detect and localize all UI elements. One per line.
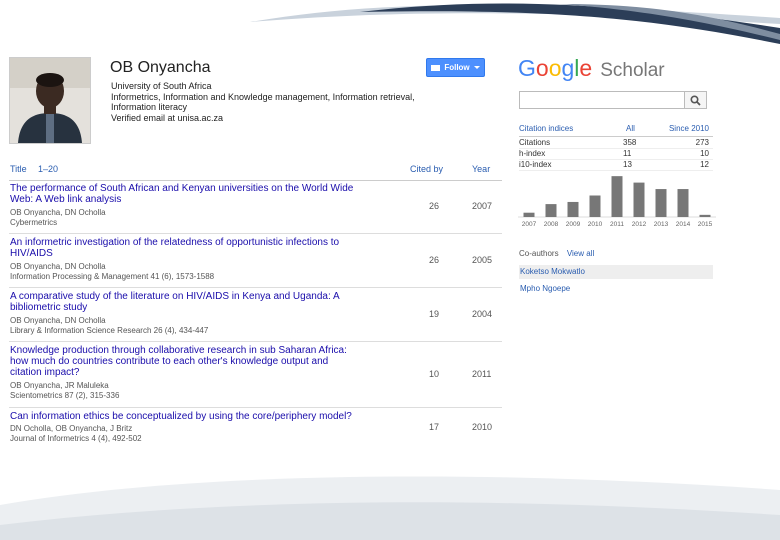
publication-meta: OB Onyancha, DN Ocholla Library & Inform… xyxy=(10,316,390,335)
tick-label-2011: 2011 xyxy=(610,221,624,228)
affiliation: University of South Africa xyxy=(111,81,212,91)
bar-2008 xyxy=(545,204,557,217)
caret-down-icon xyxy=(473,66,480,69)
tick-label-2007: 2007 xyxy=(522,221,537,228)
year: 2007 xyxy=(472,201,493,211)
profile-name: OB Onyancha xyxy=(110,59,211,76)
publication-title[interactable]: An informetric investigation of the rela… xyxy=(10,237,390,259)
publication-title[interactable]: A comparative study of the literature on… xyxy=(10,291,390,313)
col-since: Since 2010 xyxy=(668,124,709,133)
envelope-icon xyxy=(431,64,441,71)
publication-title[interactable]: Knowledge production through collaborati… xyxy=(10,345,390,378)
publication-row: The performance of South African and Ken… xyxy=(9,180,502,234)
year: 2004 xyxy=(472,309,493,319)
year: 2011 xyxy=(472,369,492,379)
profile-photo xyxy=(9,57,91,144)
sort-cited-by[interactable]: Cited by xyxy=(410,164,443,174)
authors: DN Ocholla, OB Onyancha, J Britz xyxy=(10,424,133,433)
cited-count[interactable]: 19 xyxy=(429,309,439,319)
venue: Library & Information Science Research 2… xyxy=(10,325,209,335)
bar-2012 xyxy=(633,182,645,217)
publication-meta: OB Onyancha, DN Ocholla Cybermetrics xyxy=(10,208,390,227)
cited-count[interactable]: 26 xyxy=(429,255,439,265)
bar-2011 xyxy=(611,176,623,217)
year: 2005 xyxy=(472,255,493,265)
bar-2007 xyxy=(523,212,535,217)
follow-label: Follow xyxy=(444,63,470,72)
publication-meta: OB Onyancha, DN Ocholla Information Proc… xyxy=(10,262,390,281)
verified-email: Verified email at unisa.ac.za xyxy=(111,112,224,123)
search-button[interactable] xyxy=(684,91,707,109)
publication-row: Can information ethics be conceptualized… xyxy=(9,408,502,448)
range-label: 1–20 xyxy=(38,164,59,174)
cited-count[interactable]: 26 xyxy=(429,201,439,211)
tick-label-2012: 2012 xyxy=(632,221,647,228)
publications-header: Title 1–20 Cited by Year xyxy=(9,160,502,181)
venue: Cybermetrics xyxy=(10,217,58,227)
bar-2009 xyxy=(567,201,579,217)
publication-meta: DN Ocholla, OB Onyancha, J Britz Journal… xyxy=(10,424,390,443)
view-all-link[interactable]: View all xyxy=(567,249,594,258)
publication-row: An informetric investigation of the rela… xyxy=(9,234,502,288)
publication-title[interactable]: The performance of South African and Ken… xyxy=(10,183,390,205)
bar-2013 xyxy=(655,189,667,217)
coauthors-title: Co-authors xyxy=(519,249,559,258)
publication-meta: OB Onyancha, JR Maluleka Scientometrics … xyxy=(10,381,390,400)
venue: Scientometrics 87 (2), 315-336 xyxy=(10,390,120,400)
cited-count[interactable]: 10 xyxy=(429,369,439,379)
authors: OB Onyancha, JR Maluleka xyxy=(10,381,109,390)
search-input[interactable] xyxy=(519,91,684,109)
tick-label-2014: 2014 xyxy=(676,221,691,228)
publication-row: A comparative study of the literature on… xyxy=(9,288,502,342)
research-interests-cont[interactable]: Information literacy xyxy=(111,102,471,113)
citation-indices-header: Citation indices All Since 2010 xyxy=(519,124,713,137)
magnifier-icon xyxy=(690,94,701,106)
tick-label-2010: 2010 xyxy=(588,221,603,228)
venue: Information Processing & Management 41 (… xyxy=(10,271,215,281)
citations-per-year-chart: 2007 2008 2009 2010 2011 2012 2013 2014 2015 xyxy=(518,176,716,228)
coauthors-header: Co-authors View all xyxy=(519,249,594,258)
col-all: All xyxy=(626,124,635,133)
authors: OB Onyancha, DN Ocholla xyxy=(10,316,106,325)
tick-label-2008: 2008 xyxy=(544,221,559,228)
citation-row-i10-index: i10-index 13 12 xyxy=(519,159,713,171)
research-interests[interactable]: Informetrics, Information and Knowledge … xyxy=(111,92,471,103)
authors: OB Onyancha, DN Ocholla xyxy=(10,208,106,217)
bar-2015 xyxy=(699,214,711,217)
publication-title[interactable]: Can information ethics be conceptualized… xyxy=(10,411,390,422)
coauthor-item[interactable]: Mpho Ngoepe xyxy=(519,282,713,296)
footer-swoosh xyxy=(0,476,780,540)
authors: OB Onyancha, DN Ocholla xyxy=(10,262,106,271)
citation-indices-title[interactable]: Citation indices xyxy=(519,124,573,133)
coauthor-item[interactable]: Koketso Mokwatlo xyxy=(519,265,713,279)
sort-title[interactable]: Title xyxy=(10,164,27,174)
google-scholar-logo[interactable]: Google Scholar xyxy=(518,55,665,82)
profile-details: University of South Africa Informetrics,… xyxy=(111,81,471,123)
tick-label-2009: 2009 xyxy=(566,221,581,228)
sort-year[interactable]: Year xyxy=(472,164,490,174)
tick-label-2013: 2013 xyxy=(654,221,669,228)
tick-label-2015: 2015 xyxy=(698,221,713,228)
venue: Journal of Informetrics 4 (4), 492-502 xyxy=(10,433,142,443)
bar-2010 xyxy=(589,195,601,217)
year: 2010 xyxy=(472,422,493,432)
header-swoosh xyxy=(250,3,780,44)
bar-2014 xyxy=(677,189,689,217)
follow-button[interactable]: Follow xyxy=(426,58,485,77)
publication-row: Knowledge production through collaborati… xyxy=(9,342,502,408)
cited-count[interactable]: 17 xyxy=(429,422,439,432)
